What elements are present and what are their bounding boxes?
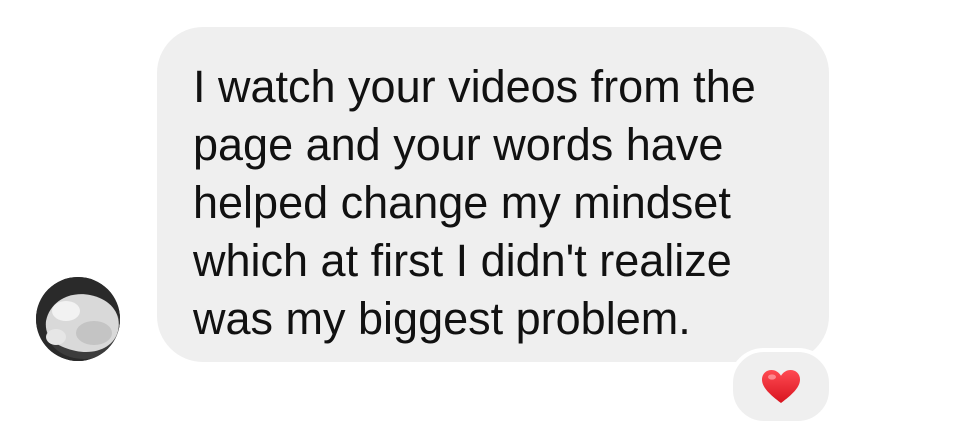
chat-thread: I watch your videos from the page and yo… [0, 0, 958, 445]
message-bubble[interactable]: I watch your videos from the page and yo… [157, 27, 829, 362]
heart-reaction-badge[interactable] [729, 348, 833, 425]
heart-icon [762, 369, 800, 403]
message-text: I watch your videos from the page and yo… [193, 61, 756, 344]
sender-avatar[interactable] [36, 277, 120, 361]
blurred-profile-avatar-icon [36, 277, 120, 361]
